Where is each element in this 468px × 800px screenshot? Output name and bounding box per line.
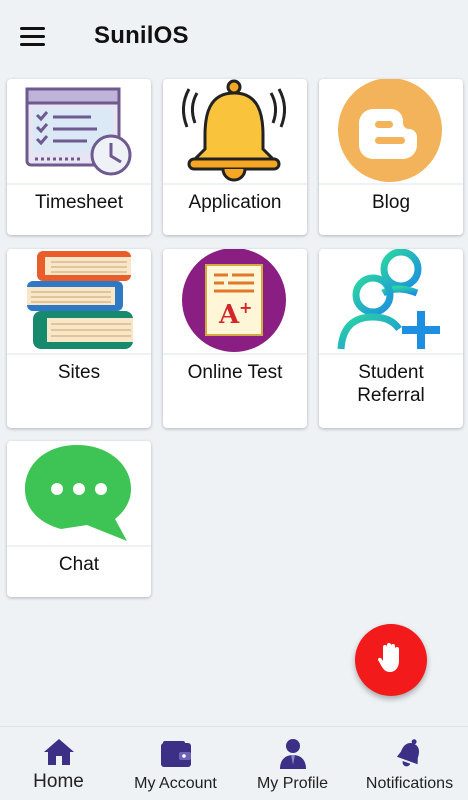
bell-icon [163, 79, 307, 183]
nav-my-account[interactable]: My Account [117, 727, 234, 800]
tile-sites[interactable]: Sites [7, 249, 151, 428]
tile-chat[interactable]: Chat [7, 441, 151, 597]
tile-label: Sites [57, 362, 101, 383]
nav-home[interactable]: Home [0, 727, 117, 800]
nav-my-profile[interactable]: My Profile [234, 727, 351, 800]
add-user-icon [319, 249, 463, 353]
tile-blog[interactable]: Blog [319, 79, 463, 235]
wallet-icon [159, 739, 193, 774]
tile-student-referral[interactable]: Student Referral [319, 249, 463, 428]
notification-bell-icon [393, 737, 427, 774]
tile-timesheet[interactable]: Timesheet [7, 79, 151, 235]
svg-text:+: + [239, 298, 252, 317]
tile-online-test[interactable]: A + Online Test [163, 249, 307, 428]
tile-label: Blog [371, 192, 411, 213]
tile-label: Student Referral [357, 362, 425, 406]
tile-label: Timesheet [35, 192, 123, 213]
nav-label: My Account [134, 775, 217, 792]
home-icon [42, 737, 76, 772]
nav-notifications[interactable]: Notifications [351, 727, 468, 800]
bottom-navigation: Home My Account My Profile Notifications [0, 726, 468, 800]
app-bar: SunilOS [0, 0, 468, 72]
tile-label: Online Test [187, 362, 283, 383]
hand-fab-button[interactable] [355, 624, 427, 696]
test-paper-icon: A + [163, 249, 307, 353]
timesheet-icon [7, 79, 151, 183]
nav-label: My Profile [256, 775, 329, 792]
books-icon [7, 249, 151, 353]
chat-bubble-icon [7, 441, 151, 545]
tile-application[interactable]: Application [163, 79, 307, 235]
nav-label: Home [33, 771, 84, 792]
page-title: SunilOS [94, 22, 189, 49]
hand-icon [374, 641, 408, 680]
nav-label: Notifications [365, 775, 454, 792]
svg-text:A: A [218, 300, 240, 330]
blogger-icon [319, 79, 463, 183]
profile-icon [278, 737, 308, 774]
tile-label: Chat [58, 554, 100, 575]
menu-icon[interactable] [20, 22, 52, 50]
tile-label: Application [188, 192, 282, 213]
